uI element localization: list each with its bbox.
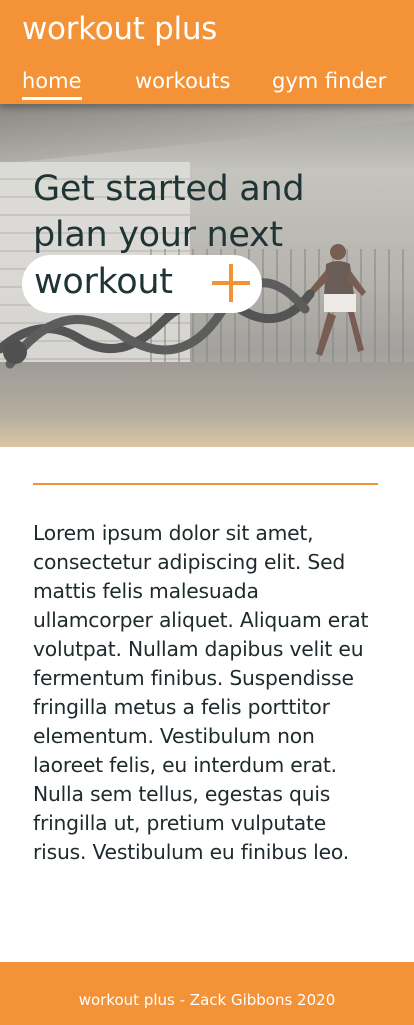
hero-cta-pill[interactable]: workout	[22, 255, 262, 313]
footer-credit: workout plus - Zack Gibbons 2020	[78, 991, 336, 1009]
hero-cta-label: workout	[34, 262, 173, 302]
plus-icon[interactable]	[212, 264, 250, 302]
nav-home[interactable]: home	[22, 67, 82, 100]
page-footer: workout plus - Zack Gibbons 2020	[0, 962, 414, 1025]
body-paragraph: Lorem ipsum dolor sit amet, consectetur …	[33, 521, 369, 864]
brand-title[interactable]: workout plus	[22, 11, 217, 47]
section-divider	[33, 483, 378, 485]
top-header: workout plus home workouts gym finder	[0, 0, 414, 104]
hero-title: Get started and plan your next	[33, 169, 305, 255]
hero-section: Get started and plan your next workout	[0, 104, 414, 447]
nav-workouts[interactable]: workouts	[135, 67, 230, 95]
nav-gym-finder[interactable]: gym finder	[272, 67, 386, 95]
